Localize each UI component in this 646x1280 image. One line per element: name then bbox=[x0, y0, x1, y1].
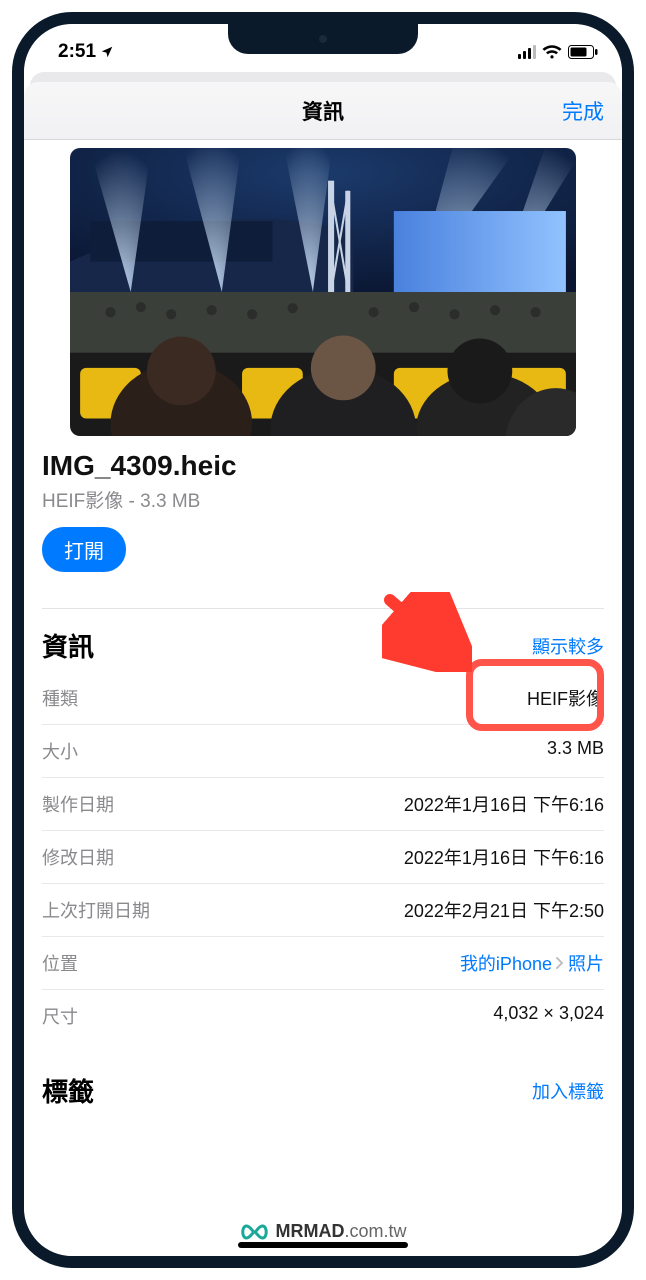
open-button[interactable]: 打開 bbox=[42, 527, 126, 572]
row-value: 3.3 MB bbox=[547, 738, 604, 764]
tags-section-title: 標籤 bbox=[42, 1072, 94, 1109]
file-subtitle: HEIF影像 - 3.3 MB bbox=[42, 486, 604, 513]
info-row-size: 大小 3.3 MB bbox=[42, 725, 604, 778]
row-label: 大小 bbox=[42, 738, 78, 764]
watermark: MRMAD.com.tw bbox=[239, 1221, 406, 1242]
row-label: 修改日期 bbox=[42, 844, 114, 870]
row-value: 2022年1月16日 下午6:16 bbox=[404, 844, 604, 870]
show-more-button[interactable]: 顯示較多 bbox=[532, 633, 604, 659]
file-thumbnail[interactable] bbox=[70, 148, 576, 436]
row-value: 2022年2月21日 下午2:50 bbox=[404, 897, 604, 923]
home-indicator[interactable] bbox=[238, 1242, 408, 1248]
status-time: 2:51 bbox=[58, 41, 96, 63]
info-section-title: 資訊 bbox=[42, 627, 94, 664]
row-value: 2022年1月16日 下午6:16 bbox=[404, 791, 604, 817]
row-value: HEIF影像 bbox=[527, 685, 604, 711]
row-value-location: 我的iPhone 照片 bbox=[460, 950, 604, 976]
battery-icon bbox=[568, 45, 598, 59]
done-button[interactable]: 完成 bbox=[562, 96, 604, 126]
info-row-modified: 修改日期 2022年1月16日 下午6:16 bbox=[42, 831, 604, 884]
row-label: 上次打開日期 bbox=[42, 897, 150, 923]
wifi-icon bbox=[542, 45, 562, 60]
info-row-kind: 種類 HEIF影像 bbox=[42, 672, 604, 725]
info-row-created: 製作日期 2022年1月16日 下午6:16 bbox=[42, 778, 604, 831]
info-row-location[interactable]: 位置 我的iPhone 照片 bbox=[42, 937, 604, 990]
row-label: 位置 bbox=[42, 950, 78, 976]
row-label: 尺寸 bbox=[42, 1003, 78, 1029]
add-tag-button[interactable]: 加入標籤 bbox=[532, 1078, 604, 1104]
cellular-signal-icon bbox=[518, 45, 536, 59]
info-row-opened: 上次打開日期 2022年2月21日 下午2:50 bbox=[42, 884, 604, 937]
infinity-icon bbox=[239, 1223, 269, 1241]
row-label: 製作日期 bbox=[42, 791, 114, 817]
chevron-right-icon bbox=[556, 957, 564, 969]
row-value: 4,032 × 3,024 bbox=[493, 1003, 604, 1029]
modal-title: 資訊 bbox=[302, 96, 344, 126]
modal-header: 資訊 完成 bbox=[24, 82, 622, 140]
location-services-icon bbox=[100, 45, 114, 59]
info-row-dimensions: 尺寸 4,032 × 3,024 bbox=[42, 990, 604, 1042]
row-label: 種類 bbox=[42, 685, 78, 711]
file-name: IMG_4309.heic bbox=[42, 450, 604, 482]
